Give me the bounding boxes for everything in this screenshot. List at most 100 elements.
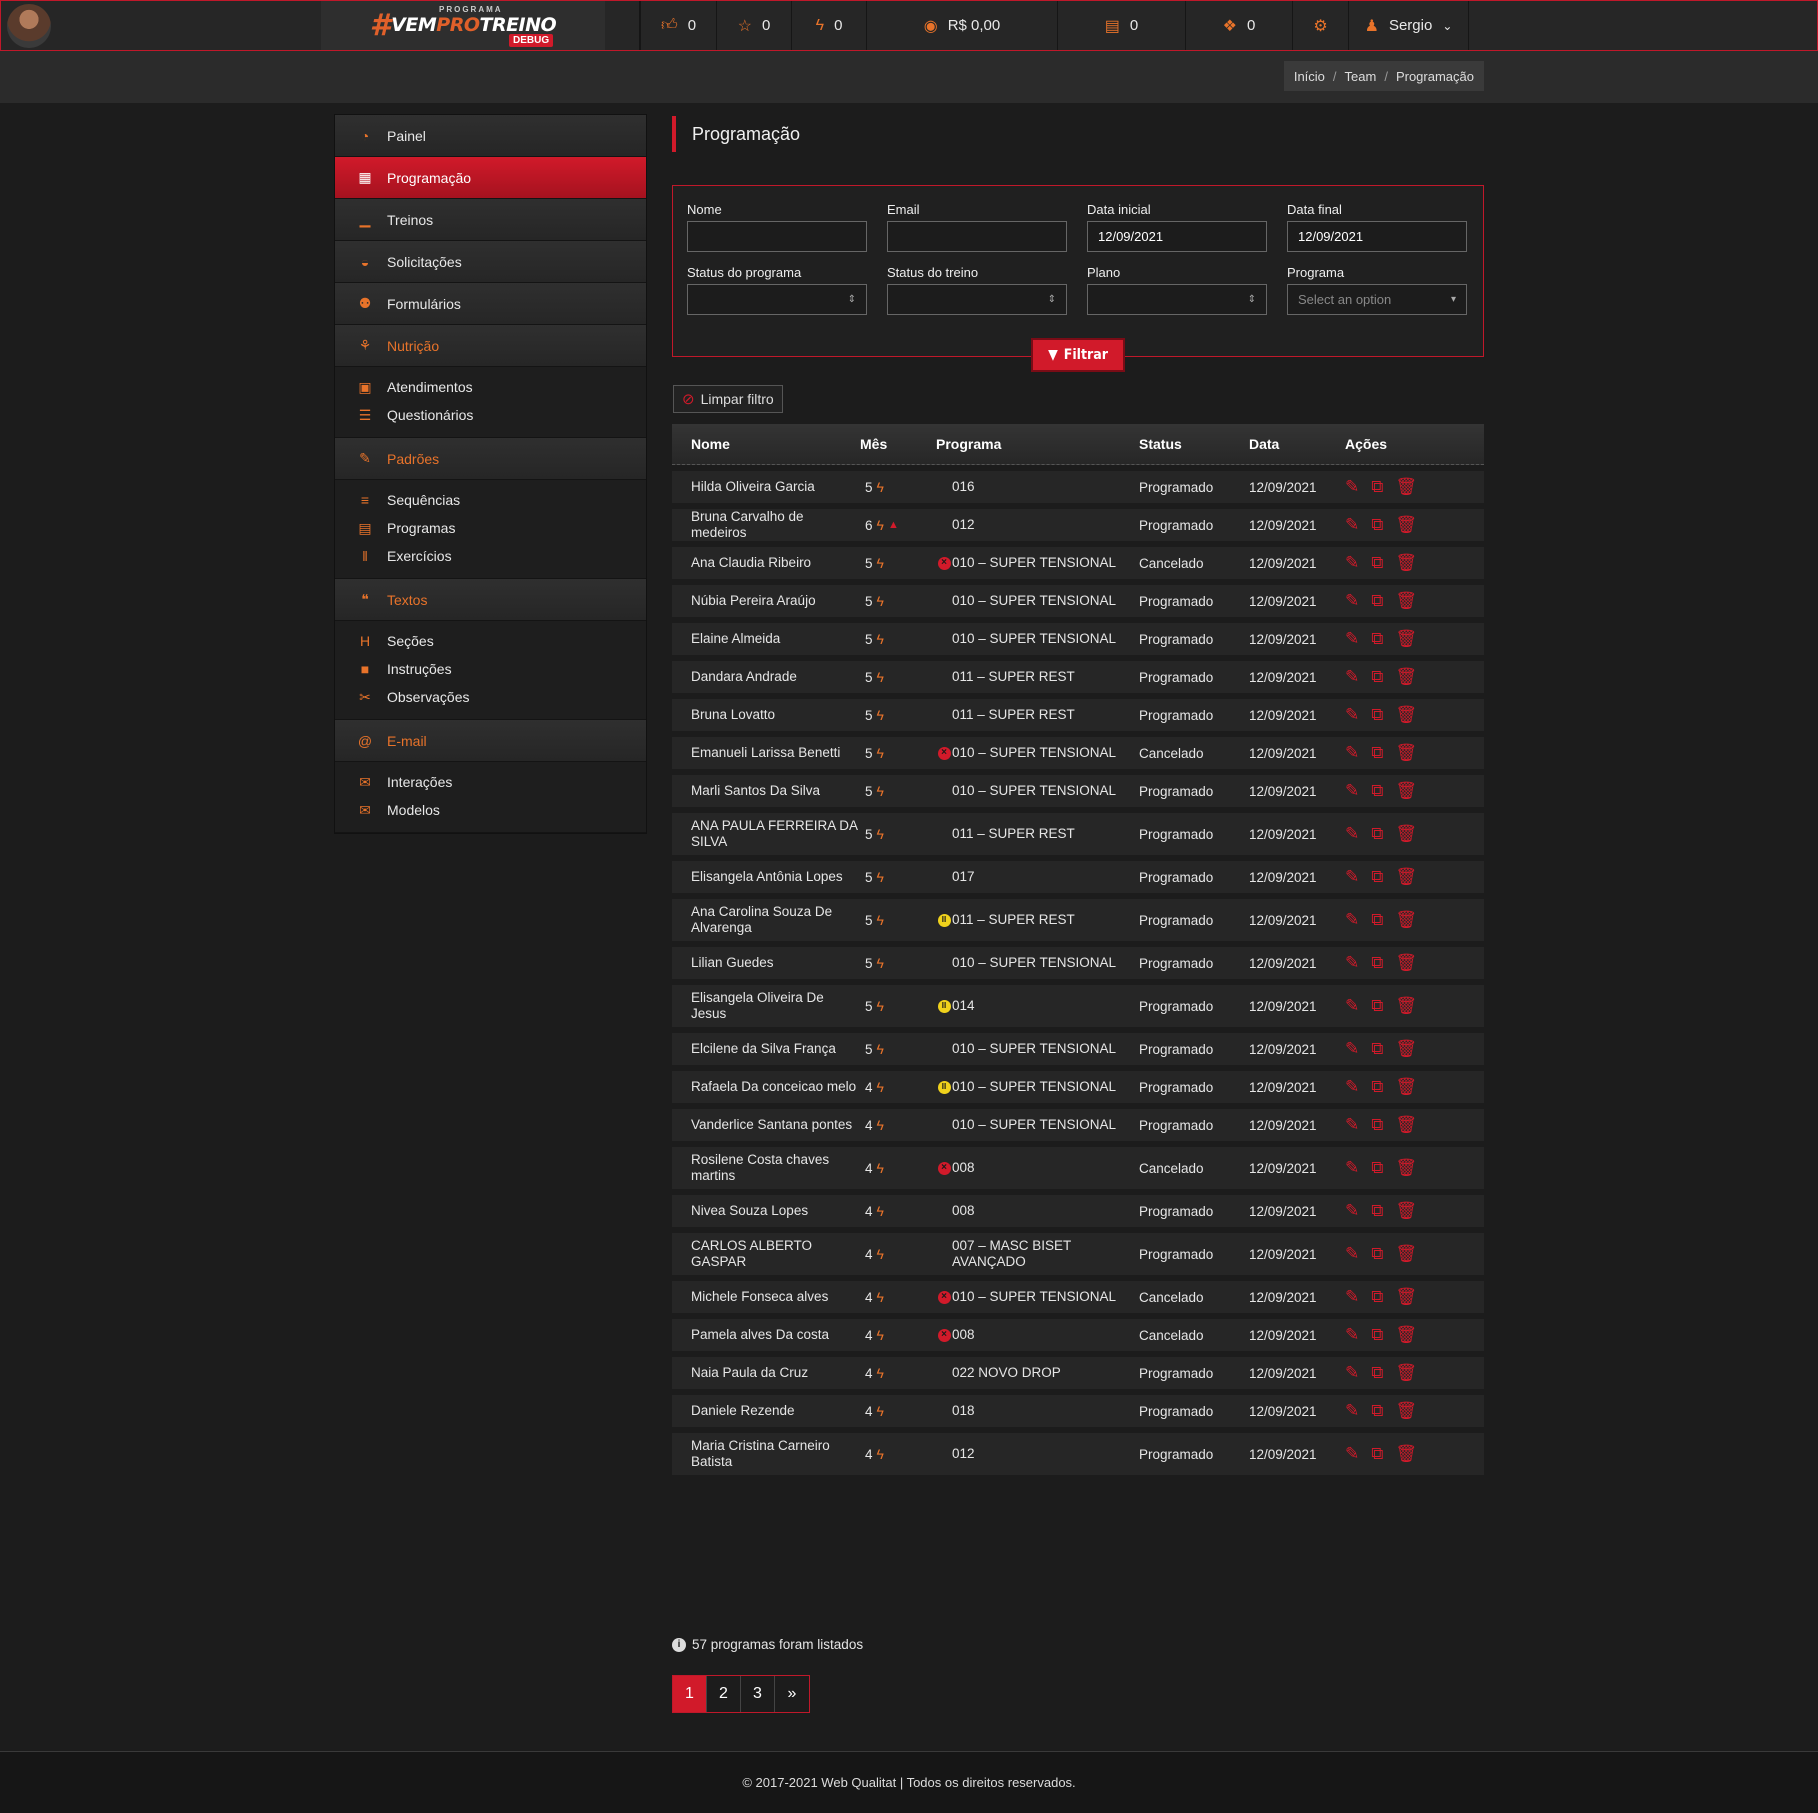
profile-avatar[interactable] [7,4,51,48]
edit-icon[interactable]: ✎ [1345,953,1359,973]
table-row[interactable]: Bruna Lovatto 5 ϟ 011 – SUPER REST Programad… [672,699,1484,731]
copy-icon[interactable]: ⧉ [1371,1325,1383,1345]
copy-icon[interactable]: ⧉ [1371,591,1383,611]
breadcrumb-home[interactable]: Início [1294,69,1325,84]
trash-icon[interactable]: 🗑︎ [1395,1115,1417,1135]
trash-icon[interactable]: 🗑︎ [1395,824,1417,844]
plan-select[interactable]: ⇕ [1087,284,1267,315]
pets-counter[interactable]: ❖ 0 [1185,1,1292,50]
energy-counter[interactable]: ϟ 0 [791,1,866,50]
trash-icon[interactable]: 🗑︎ [1395,1201,1417,1221]
table-row[interactable]: Michele Fonseca alves 4 ϟ × 010 – SUPER TENS… [672,1281,1484,1313]
workout-status-select[interactable]: ⇕ [887,284,1067,315]
copy-icon[interactable]: ⧉ [1371,1401,1383,1421]
trash-icon[interactable]: 🗑︎ [1395,1363,1417,1383]
table-row[interactable]: Hilda Oliveira Garcia 5 ϟ 016 Programado 12/0… [672,471,1484,503]
edit-icon[interactable]: ✎ [1345,667,1359,687]
email-input[interactable] [887,221,1067,252]
start-date-input[interactable]: 12/09/2021 [1087,221,1267,252]
copy-icon[interactable]: ⧉ [1371,1077,1383,1097]
copy-icon[interactable]: ⧉ [1371,910,1383,930]
copy-icon[interactable]: ⧉ [1371,824,1383,844]
copy-icon[interactable]: ⧉ [1371,553,1383,573]
sidebar-item[interactable]: ◒ Solicitações [335,241,646,283]
trash-icon[interactable]: 🗑︎ [1395,1444,1417,1464]
trash-icon[interactable]: 🗑︎ [1395,1244,1417,1264]
edit-icon[interactable]: ✎ [1345,781,1359,801]
trash-icon[interactable]: 🗑︎ [1395,953,1417,973]
trash-icon[interactable]: 🗑︎ [1395,629,1417,649]
trash-icon[interactable]: 🗑︎ [1395,1287,1417,1307]
trash-icon[interactable]: 🗑︎ [1395,1325,1417,1345]
table-row[interactable]: ANA PAULA FERREIRA DA SILVA 5 ϟ 011 – SUPER… [672,813,1484,855]
edit-icon[interactable]: ✎ [1345,1201,1359,1221]
copy-icon[interactable]: ⧉ [1371,1444,1383,1464]
copy-icon[interactable]: ⧉ [1371,1287,1383,1307]
sidebar-subitem[interactable]: ▣ Atendimentos [335,373,646,401]
program-status-select[interactable]: ⇕ [687,284,867,315]
trash-icon[interactable]: 🗑︎ [1395,553,1417,573]
table-row[interactable]: Elisangela Oliveira De Jesus 5 ϟ II 014 Progr… [672,985,1484,1027]
trash-icon[interactable]: 🗑︎ [1395,743,1417,763]
copy-icon[interactable]: ⧉ [1371,781,1383,801]
edit-icon[interactable]: ✎ [1345,515,1359,535]
sidebar-subitem[interactable]: ▤ Programas [335,514,646,542]
col-header-programa[interactable]: Programa [936,436,1139,452]
trash-icon[interactable]: 🗑︎ [1395,910,1417,930]
copy-icon[interactable]: ⧉ [1371,705,1383,725]
copy-icon[interactable]: ⧉ [1371,477,1383,497]
copy-icon[interactable]: ⧉ [1371,515,1383,535]
table-row[interactable]: Bruna Carvalho de medeiros 6 ϟ ▲ 012 Programa… [672,509,1484,541]
page-2-button[interactable]: 2 [707,1676,741,1712]
sidebar-group-header[interactable]: @ E-mail [335,720,646,762]
edit-icon[interactable]: ✎ [1345,553,1359,573]
next-page-button[interactable]: » [775,1676,809,1712]
sidebar-group-header[interactable]: ❝ Textos [335,579,646,621]
table-row[interactable]: Pamela alves Da costa 4 ϟ × 008 Cancelado 12/0… [672,1319,1484,1351]
trash-icon[interactable]: 🗑︎ [1395,1158,1417,1178]
edit-icon[interactable]: ✎ [1345,705,1359,725]
sidebar-subitem[interactable]: ✉ Modelos [335,796,646,824]
balance-counter[interactable]: ◉ R$ 0,00 [866,1,1057,50]
col-header-data[interactable]: Data [1249,436,1345,452]
table-row[interactable]: Elisangela Antônia Lopes 5 ϟ 017 Programado 1… [672,861,1484,893]
copy-icon[interactable]: ⧉ [1371,1363,1383,1383]
name-input[interactable] [687,221,867,252]
edit-icon[interactable]: ✎ [1345,1077,1359,1097]
sidebar-item[interactable]: ◔ Painel [335,115,646,157]
copy-icon[interactable]: ⧉ [1371,1201,1383,1221]
app-logo[interactable]: PROGRAMA #VEMPROTREINO DEBUG [321,1,605,50]
sidebar-item[interactable]: ▦ Programação [335,157,646,199]
sidebar-group-header[interactable]: ⚘ Nutrição [335,325,646,367]
copy-icon[interactable]: ⧉ [1371,743,1383,763]
favorites-counter[interactable]: ☆ 0 [716,1,791,50]
table-row[interactable]: Marli Santos Da Silva 5 ϟ 010 – SUPER TENSI… [672,775,1484,807]
trash-icon[interactable]: 🗑︎ [1395,515,1417,535]
edit-icon[interactable]: ✎ [1345,1158,1359,1178]
edit-icon[interactable]: ✎ [1345,743,1359,763]
sidebar-subitem[interactable]: ≡ Sequências [335,486,646,514]
copy-icon[interactable]: ⧉ [1371,1244,1383,1264]
edit-icon[interactable]: ✎ [1345,1444,1359,1464]
table-row[interactable]: Nivea Souza Lopes 4 ϟ 008 Programado 12/09/20… [672,1195,1484,1227]
copy-icon[interactable]: ⧉ [1371,1039,1383,1059]
sidebar-subitem[interactable]: ✂ Observações [335,683,646,711]
sidebar-subitem[interactable]: ‖ Exercícios [335,542,646,570]
trash-icon[interactable]: 🗑︎ [1395,867,1417,887]
edit-icon[interactable]: ✎ [1345,1363,1359,1383]
edit-icon[interactable]: ✎ [1345,1244,1359,1264]
table-row[interactable]: Elaine Almeida 5 ϟ 010 – SUPER TENSIONAL Pro… [672,623,1484,655]
filter-button[interactable]: ▼ Filtrar [1031,338,1125,372]
copy-icon[interactable]: ⧉ [1371,953,1383,973]
sidebar-item[interactable]: ▁ Treinos [335,199,646,241]
edit-icon[interactable]: ✎ [1345,867,1359,887]
copy-icon[interactable]: ⧉ [1371,996,1383,1016]
sidebar-subitem[interactable]: H Seções [335,627,646,655]
page-1-button[interactable]: 1 [673,1676,707,1712]
settings-button[interactable]: ⚙ [1292,1,1348,50]
edit-icon[interactable]: ✎ [1345,1039,1359,1059]
edit-icon[interactable]: ✎ [1345,824,1359,844]
copy-icon[interactable]: ⧉ [1371,1115,1383,1135]
edit-icon[interactable]: ✎ [1345,591,1359,611]
likes-counter[interactable]: 👍︎ 0 [640,1,716,50]
